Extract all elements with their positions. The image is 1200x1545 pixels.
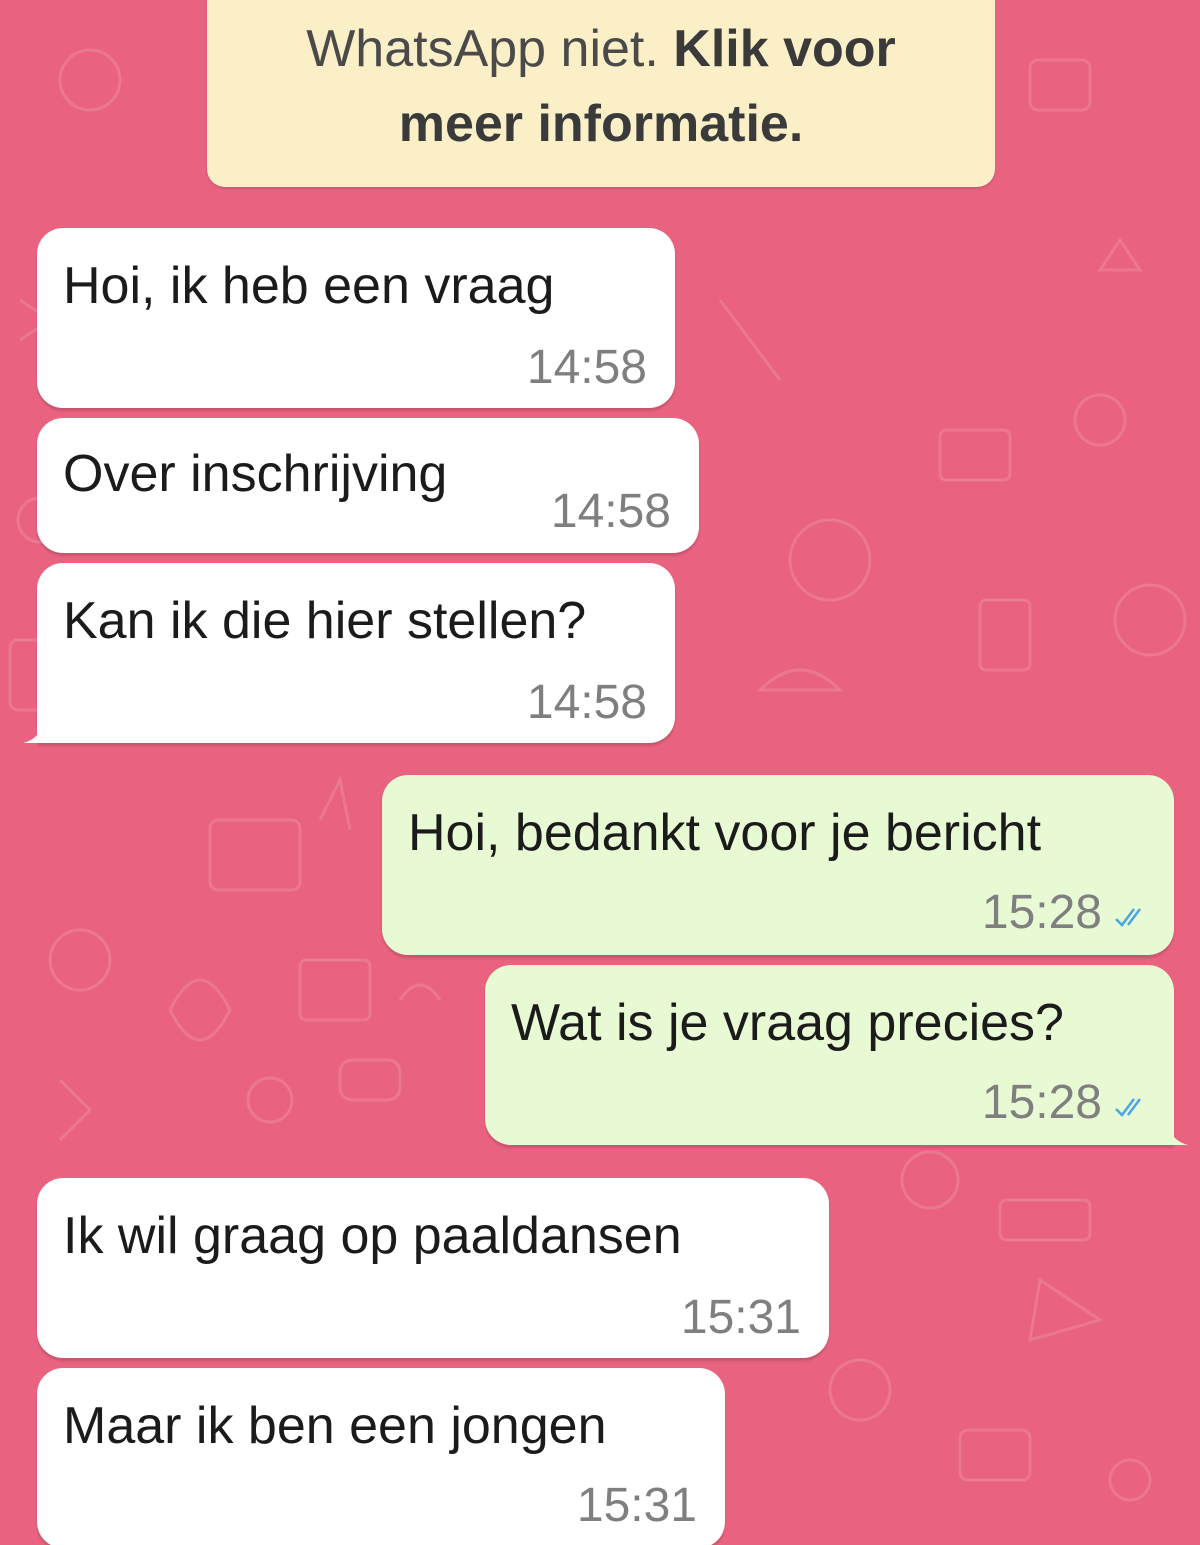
message-time: 14:58: [526, 676, 647, 729]
message-bubble-incoming[interactable]: Maar ik ben een jongen 15:31: [37, 1368, 725, 1545]
bubble-tail: [23, 715, 53, 743]
message-time: 15:31: [680, 1291, 801, 1344]
message-time: 14:58: [526, 341, 647, 394]
message-text: Wat is je vraag precies?: [511, 994, 1064, 1052]
notice-line-2: WhatsApp niet. Klik voor: [306, 20, 896, 78]
notice-link[interactable]: Klik voor: [673, 20, 896, 78]
notice-line-1: [247, 0, 955, 12]
message-time: 15:28: [981, 1076, 1102, 1129]
bubble-tail: [1158, 1117, 1188, 1145]
message-time: 15:28: [981, 886, 1102, 939]
message-text: Maar ik ben een jongen: [63, 1397, 607, 1455]
message-bubble-incoming[interactable]: Hoi, ik heb een vraag 14:58: [37, 228, 675, 408]
double-check-icon: [1115, 908, 1142, 927]
notice-line-3: meer informatie.: [247, 87, 955, 162]
message-text: Kan ik die hier stellen?: [63, 592, 587, 650]
double-check-icon: [1115, 1098, 1142, 1117]
security-notice-banner[interactable]: WhatsApp niet. Klik voor meer informatie…: [207, 0, 995, 187]
message-text: Hoi, ik heb een vraag: [63, 257, 555, 315]
notice-link-continued[interactable]: meer informatie.: [399, 95, 804, 153]
message-text: Over inschrijving: [63, 445, 448, 503]
message-bubble-outgoing[interactable]: Hoi, bedankt voor je bericht 15:28: [382, 775, 1174, 955]
message-text: Ik wil graag op paaldansen: [63, 1207, 682, 1265]
message-bubble-outgoing[interactable]: Wat is je vraag precies? 15:28: [485, 965, 1188, 1145]
message-text: Hoi, bedankt voor je bericht: [408, 804, 1042, 862]
message-bubble-incoming[interactable]: Ik wil graag op paaldansen 15:31: [37, 1178, 829, 1358]
message-time: 15:31: [576, 1479, 697, 1532]
message-bubble-incoming[interactable]: Kan ik die hier stellen? 14:58: [23, 563, 675, 743]
message-bubble-incoming[interactable]: Over inschrijving 14:58: [37, 418, 699, 553]
message-time: 14:58: [550, 485, 671, 538]
